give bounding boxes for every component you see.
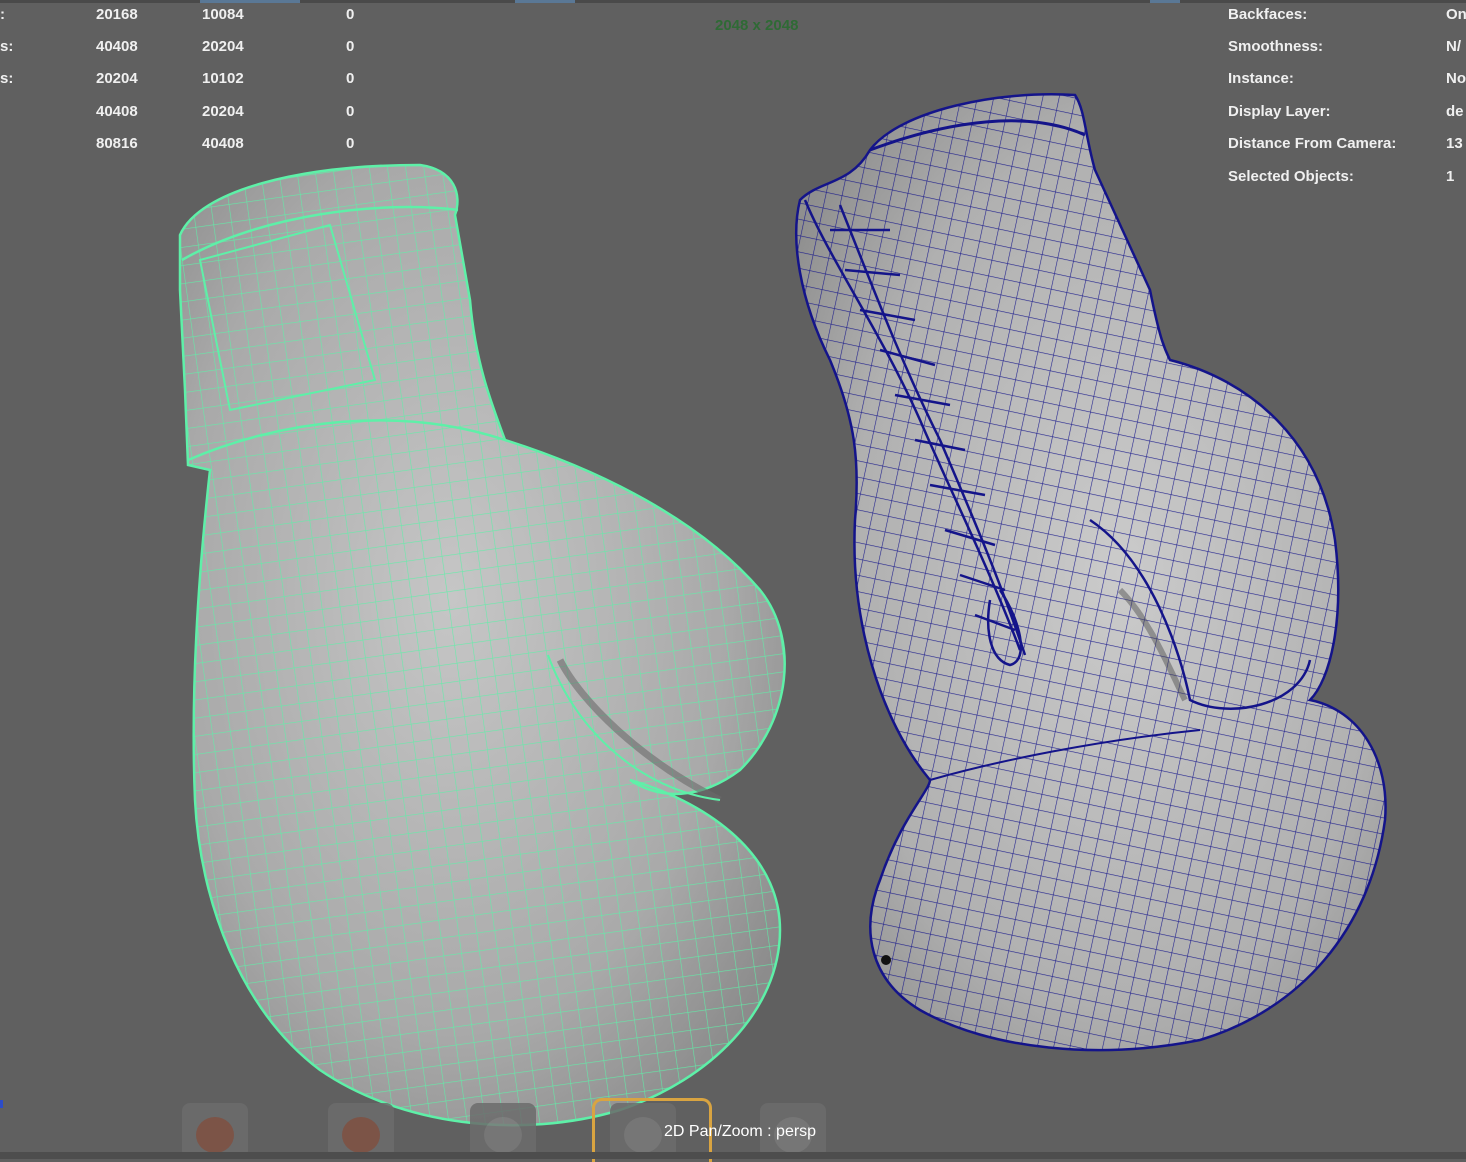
hud-detail-value: 1 [1446,168,1455,185]
hud-poly-value-object: 20168 [96,6,138,23]
hud-detail-label: Distance From Camera: [1228,135,1397,152]
hud-poly-value-component: 0 [346,103,355,120]
thumbnail-image [342,1117,380,1153]
hud-detail-label: Selected Objects: [1228,168,1354,185]
hud-detail-value: On [1446,6,1466,23]
hud-detail-row: Display Layer: de [1228,103,1466,123]
hud-poly-value-selected: 20204 [202,38,244,55]
hud-poly-value-component: 0 [346,70,355,87]
hud-detail-row: Smoothness: N/ [1228,38,1466,58]
resolution-gate-label: 2048 x 2048 [715,17,799,34]
glove-pair-thumbnail[interactable] [328,1103,394,1159]
hud-detail-label: Instance: [1228,70,1294,87]
hud-detail-value: de [1446,103,1464,120]
hud-poly-value-selected: 40408 [202,135,244,152]
hud-poly-label: : [0,6,5,23]
right-glove-mesh[interactable] [795,93,1387,1052]
hud-detail-row: Selected Objects: 1 [1228,168,1466,188]
hud-poly-value-object: 20204 [96,70,138,87]
3d-viewport[interactable]: : 20168 10084 0 s: 40408 20204 0 s: 2020… [0,0,1466,1162]
hud-detail-value: 13 [1446,135,1463,152]
left-glove-mesh[interactable] [178,163,786,1127]
hud-poly-value-component: 0 [346,38,355,55]
hud-poly-value-component: 0 [346,135,355,152]
hud-poly-value-object: 40408 [96,38,138,55]
hud-detail-row: Instance: No [1228,70,1466,90]
hud-poly-value-selected: 10084 [202,6,244,23]
hud-detail-label: Display Layer: [1228,103,1331,120]
hud-poly-value-object: 80816 [96,135,138,152]
hud-detail-value: No [1446,70,1466,87]
hud-detail-label: Backfaces: [1228,6,1308,23]
hud-detail-row: Distance From Camera: 13 [1228,135,1466,155]
hud-poly-value-selected: 10102 [202,70,244,87]
hud-detail-label: Smoothness: [1228,38,1324,55]
viewport-bottom-border [0,1152,1466,1159]
thumbnail-image [196,1117,234,1153]
hud-detail-value: N/ [1446,38,1461,55]
camera-mode-label: 2D Pan/Zoom : persp [664,1123,817,1140]
hud-poly-label: s: [0,38,14,55]
hud-poly-value-component: 0 [346,6,355,23]
glove-pair-thumbnail[interactable] [182,1103,248,1159]
thumbnail-image [484,1117,522,1153]
hud-poly-label: s: [0,70,14,87]
hud-detail-row: Backfaces: On [1228,6,1466,26]
hud-poly-value-object: 40408 [96,103,138,120]
glove-thumbnail[interactable] [470,1103,536,1159]
hud-poly-value-selected: 20204 [202,103,244,120]
